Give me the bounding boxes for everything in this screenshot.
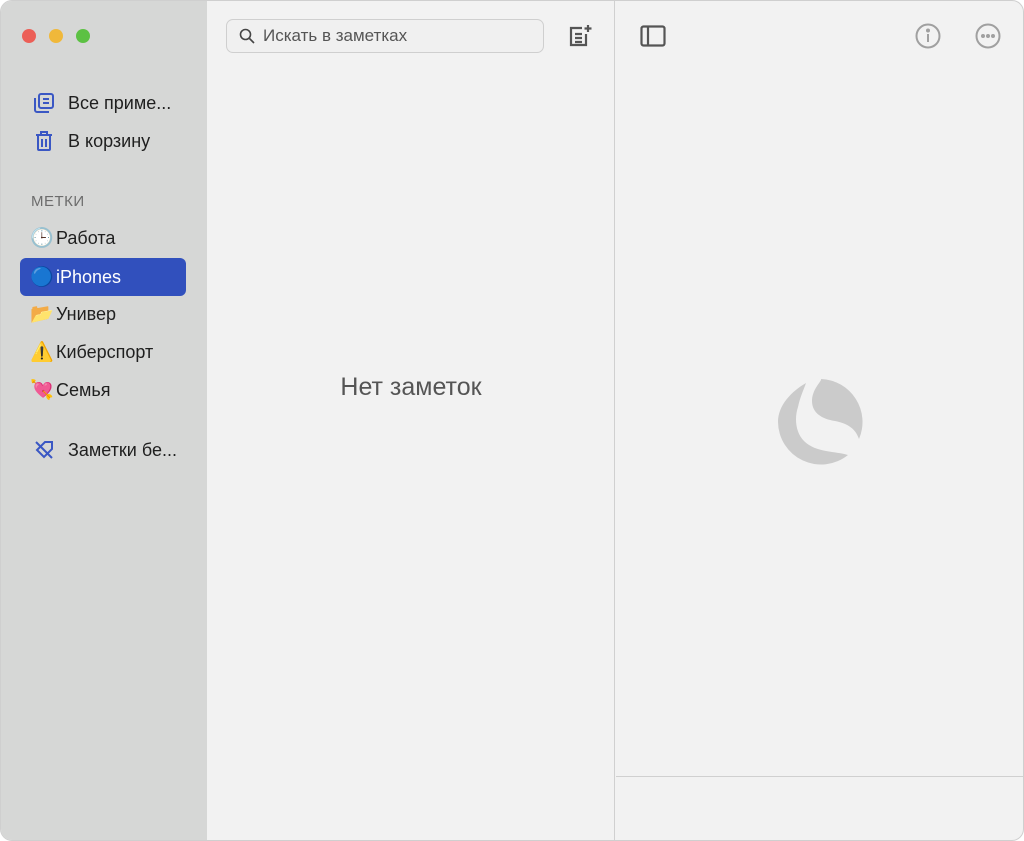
- tag-label: Универ: [56, 303, 117, 324]
- sidebar: Все приме... В корзину МЕТКИ 🕒 Работа 🔵 iP…: [1, 1, 207, 840]
- tag-label: Киберспорт: [56, 341, 154, 362]
- trash-icon: [20, 130, 68, 152]
- tags-section-title: МЕТКИ: [31, 193, 85, 210]
- simplenote-logo-icon: [778, 379, 863, 465]
- all-notes-icon: [20, 92, 68, 114]
- tag-item[interactable]: 💘 Семья: [20, 371, 186, 409]
- tag-item[interactable]: 🕒 Работа: [20, 219, 186, 257]
- tag-item-selected[interactable]: 🔵 iPhones: [20, 258, 186, 296]
- tag-item[interactable]: ⚠️ Киберспорт: [20, 333, 186, 371]
- search-icon: [239, 28, 255, 44]
- app-window: Все приме... В корзину МЕТКИ 🕒 Работа 🔵 iP…: [0, 0, 1024, 841]
- clock-icon: 🕒: [30, 228, 54, 249]
- more-options-icon[interactable]: [975, 23, 1001, 49]
- close-window-button[interactable]: [22, 29, 36, 43]
- untagged-icon: [20, 439, 68, 461]
- empty-state-text: Нет заметок: [340, 373, 482, 401]
- editor-pane: [616, 1, 1023, 840]
- sidebar-item-label: Все приме...: [68, 92, 172, 113]
- warning-icon: ⚠️: [30, 342, 54, 363]
- sidebar-item-untagged[interactable]: Заметки бе...: [20, 431, 186, 469]
- toggle-sidebar-icon[interactable]: [640, 25, 666, 47]
- info-icon[interactable]: [915, 23, 941, 49]
- tag-label: Семья: [56, 379, 111, 400]
- folder-icon: 📂: [30, 304, 54, 325]
- sidebar-item-all-notes[interactable]: Все приме...: [20, 84, 186, 122]
- blue-circle-icon: 🔵: [30, 267, 54, 288]
- notes-list: Искать в заметках Нет заметок: [207, 1, 615, 840]
- sidebar-item-label: В корзину: [68, 130, 151, 151]
- heart-arrow-icon: 💘: [30, 380, 54, 401]
- search-placeholder: Искать в заметках: [263, 26, 408, 45]
- zoom-window-button[interactable]: [76, 29, 90, 43]
- tag-label: Работа: [56, 227, 116, 248]
- search-input[interactable]: Искать в заметках: [226, 19, 544, 53]
- minimize-window-button[interactable]: [49, 29, 63, 43]
- tag-item[interactable]: 📂 Универ: [20, 295, 186, 333]
- sidebar-item-label: Заметки бе...: [68, 439, 177, 460]
- editor-footer-divider: [616, 776, 1023, 777]
- tag-label: iPhones: [56, 266, 122, 287]
- new-note-icon[interactable]: [567, 23, 593, 49]
- sidebar-item-trash[interactable]: В корзину: [20, 122, 186, 160]
